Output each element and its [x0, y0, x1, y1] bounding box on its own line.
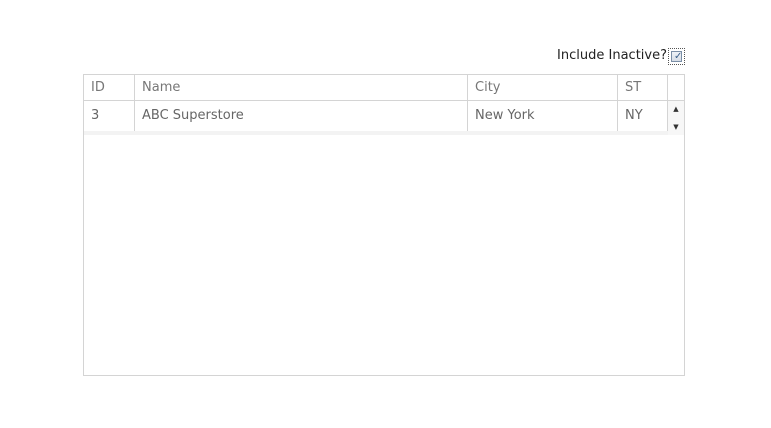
include-inactive-checkbox[interactable]: ✓ — [671, 50, 683, 62]
cell-city: New York — [468, 101, 618, 131]
column-header-st[interactable]: ST — [618, 75, 668, 100]
arrow-up-icon[interactable]: ▲ — [668, 103, 684, 115]
grid-header: ID Name City ST — [84, 75, 684, 101]
page: Include Inactive? ✓ ID Name City ST 3 AB… — [0, 0, 771, 428]
cell-st: NY — [618, 101, 668, 131]
column-header-id[interactable]: ID — [84, 75, 135, 100]
row-divider — [84, 131, 668, 135]
header-scroll-gutter — [668, 75, 684, 100]
table-row[interactable]: 3 ABC Superstore New York NY — [84, 101, 668, 131]
grid-body: 3 ABC Superstore New York NY ▲ ▼ — [84, 101, 684, 135]
column-header-name[interactable]: Name — [135, 75, 468, 100]
include-inactive-filter: Include Inactive? ✓ — [557, 46, 685, 66]
check-icon: ✓ — [674, 50, 683, 62]
include-inactive-label: Include Inactive? — [557, 48, 667, 63]
arrow-down-icon[interactable]: ▼ — [668, 121, 684, 133]
cell-id: 3 — [84, 101, 135, 131]
customer-grid: ID Name City ST 3 ABC Superstore New Yor… — [83, 74, 685, 376]
column-header-city[interactable]: City — [468, 75, 618, 100]
cell-name: ABC Superstore — [135, 101, 468, 131]
include-inactive-checkbox-focus[interactable]: ✓ — [668, 47, 685, 65]
grid-scrollbar[interactable]: ▲ ▼ — [668, 101, 684, 135]
